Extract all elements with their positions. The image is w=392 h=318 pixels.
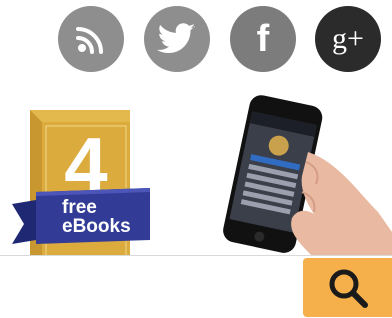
search-icon: [329, 269, 368, 308]
divider: [0, 255, 392, 256]
search-button[interactable]: [303, 258, 392, 317]
book-ribbon-text: free eBooks: [62, 198, 152, 236]
book-line1: free: [62, 197, 97, 218]
facebook-f-icon: f: [256, 18, 270, 60]
social-links: f g+: [0, 0, 392, 80]
rss-icon: [76, 27, 103, 54]
book-line2: eBooks: [62, 216, 131, 237]
twitter-bird-icon: [157, 23, 195, 53]
search-input[interactable]: [0, 257, 298, 315]
mobile-app-promo[interactable]: [188, 92, 392, 262]
search-bar: [0, 255, 392, 318]
facebook-button[interactable]: f: [230, 6, 296, 72]
rss-button[interactable]: [58, 6, 124, 72]
google-plus-button[interactable]: g+: [315, 6, 381, 72]
twitter-button[interactable]: [144, 6, 210, 72]
google-plus-icon: g+: [332, 22, 364, 55]
free-ebooks-promo[interactable]: 4: [0, 92, 188, 270]
